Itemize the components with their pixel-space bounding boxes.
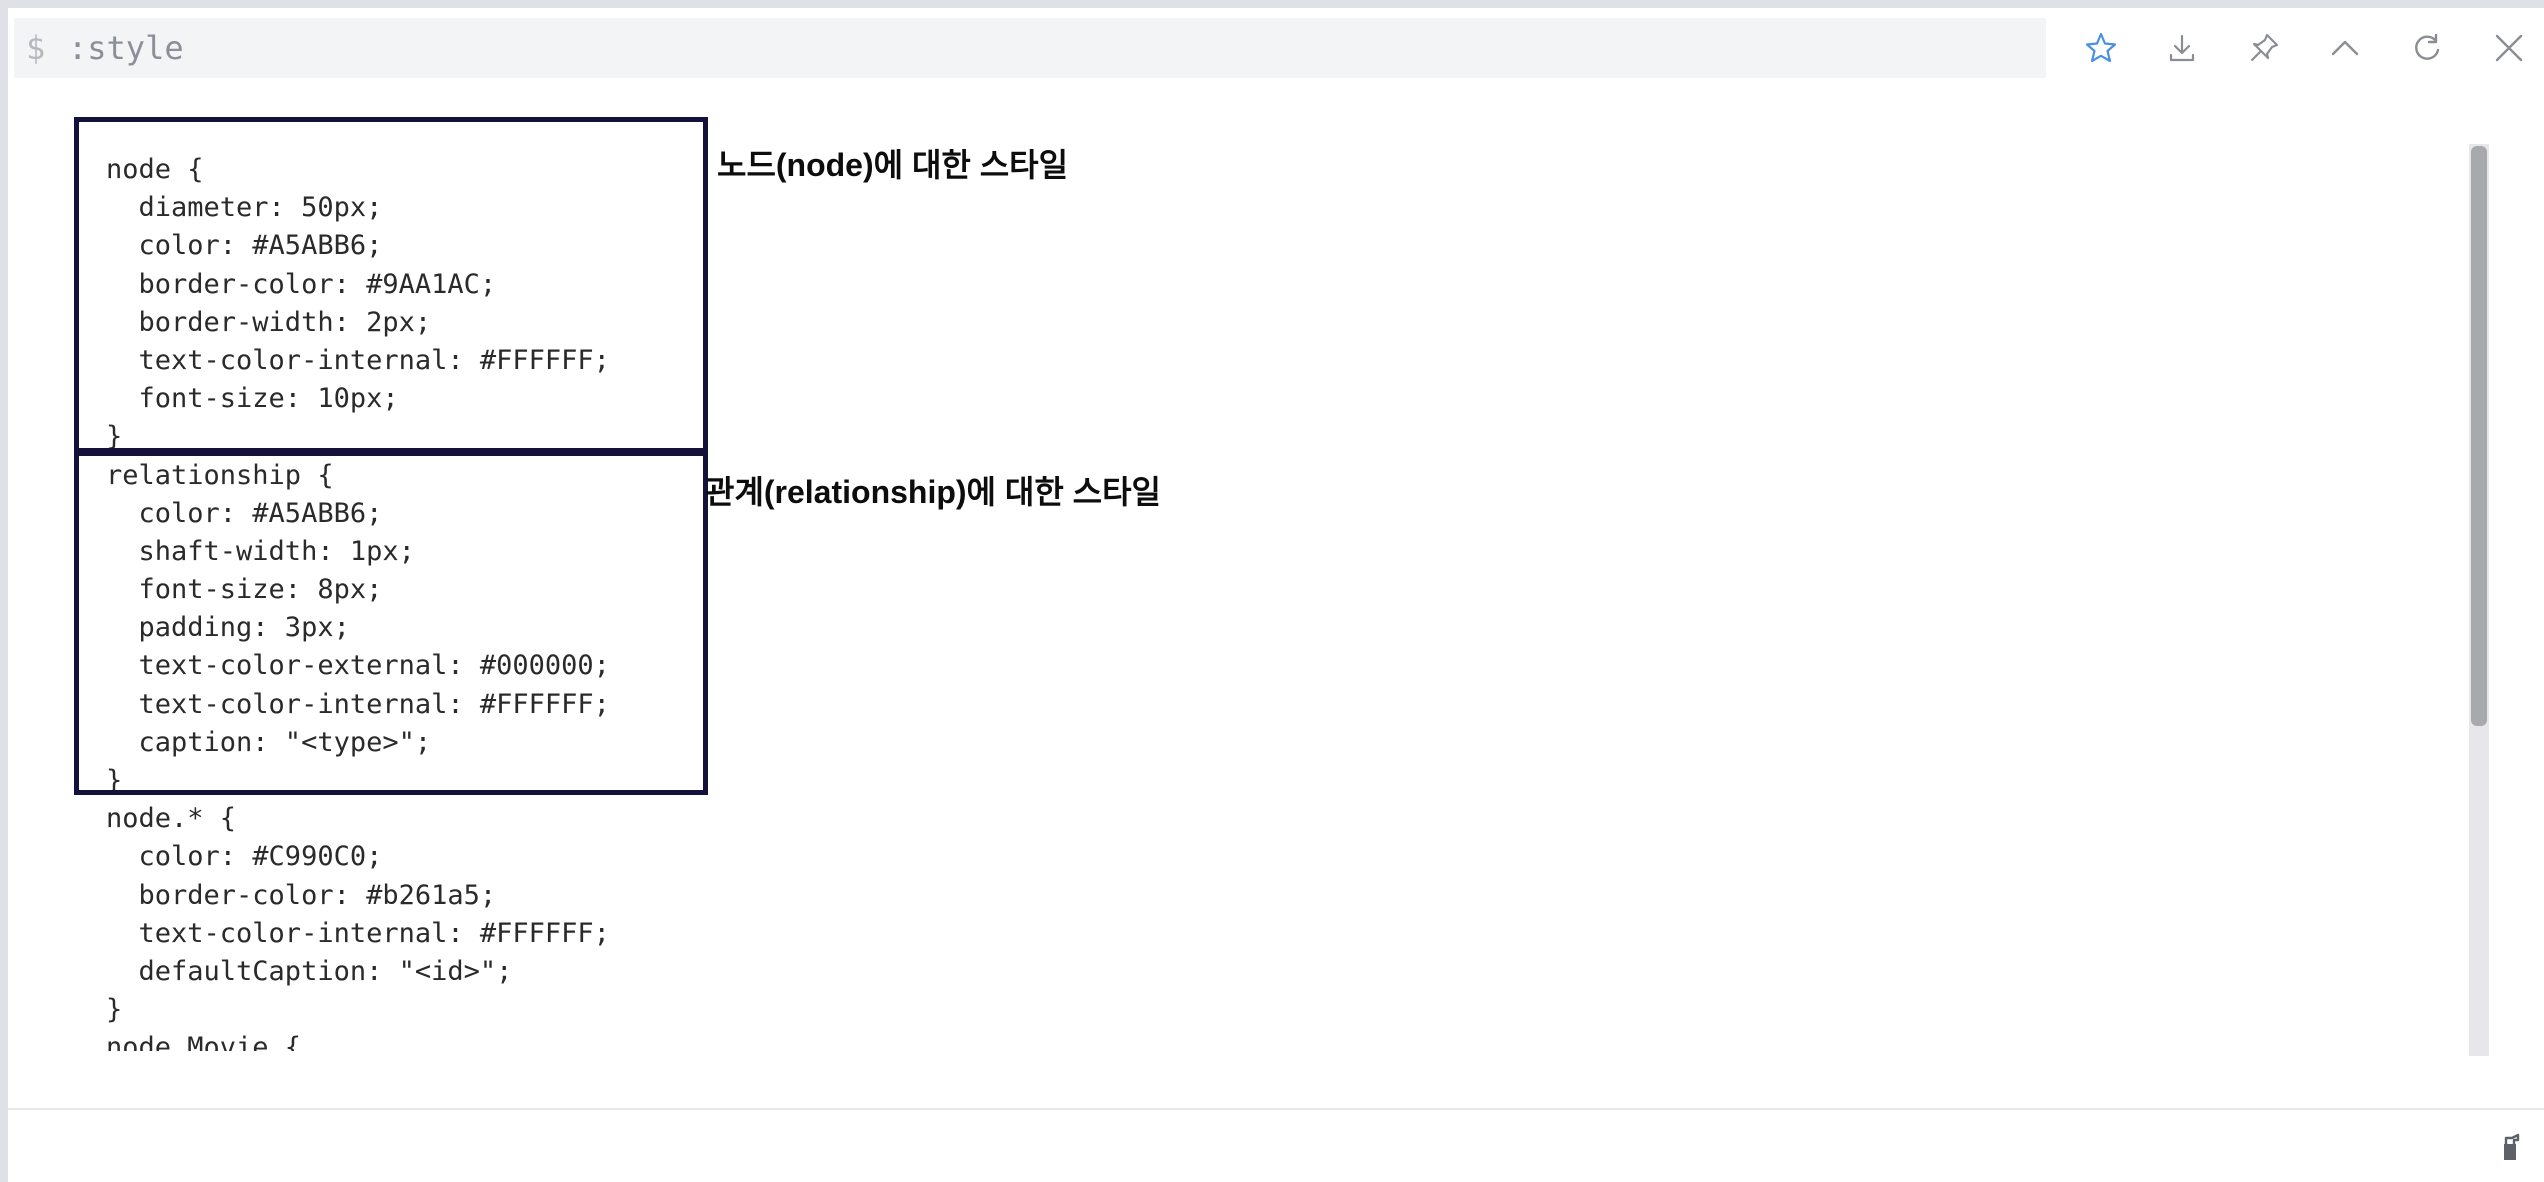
code-line: defaultCaption: "<id>"; bbox=[106, 955, 513, 987]
scrollbar-thumb[interactable] bbox=[2471, 146, 2487, 726]
close-icon[interactable] bbox=[2487, 26, 2531, 70]
pin-icon[interactable] bbox=[2242, 26, 2286, 70]
code-line: border-color: #b261a5; bbox=[106, 879, 497, 911]
chevron-up-icon[interactable] bbox=[2323, 26, 2367, 70]
node-style-highlight bbox=[74, 117, 708, 453]
download-icon[interactable] bbox=[2160, 26, 2204, 70]
code-line: } bbox=[106, 994, 123, 1026]
relationship-style-highlight bbox=[74, 451, 708, 795]
relationship-style-annotation: 관계(relationship)에 대한 스타일 bbox=[705, 474, 1161, 510]
footer-divider bbox=[8, 1108, 2544, 1110]
result-frame: $ :style node { diameter: 50px; color: #… bbox=[8, 8, 2544, 1182]
command-prompt: $ bbox=[26, 29, 46, 67]
code-line: node.Movie { bbox=[106, 1032, 302, 1051]
code-line: color: #C990C0; bbox=[106, 841, 383, 873]
code-line: node.* { bbox=[106, 803, 237, 835]
command-text[interactable]: :style bbox=[68, 32, 184, 64]
eraser-icon[interactable] bbox=[2496, 1132, 2526, 1164]
star-icon[interactable] bbox=[2079, 26, 2123, 70]
node-style-annotation: 노드(node)에 대한 스타일 bbox=[717, 147, 1069, 183]
code-line: text-color-internal: #FFFFFF; bbox=[106, 917, 610, 949]
rerun-icon[interactable] bbox=[2405, 26, 2449, 70]
command-bar[interactable]: $ :style bbox=[14, 18, 2046, 78]
